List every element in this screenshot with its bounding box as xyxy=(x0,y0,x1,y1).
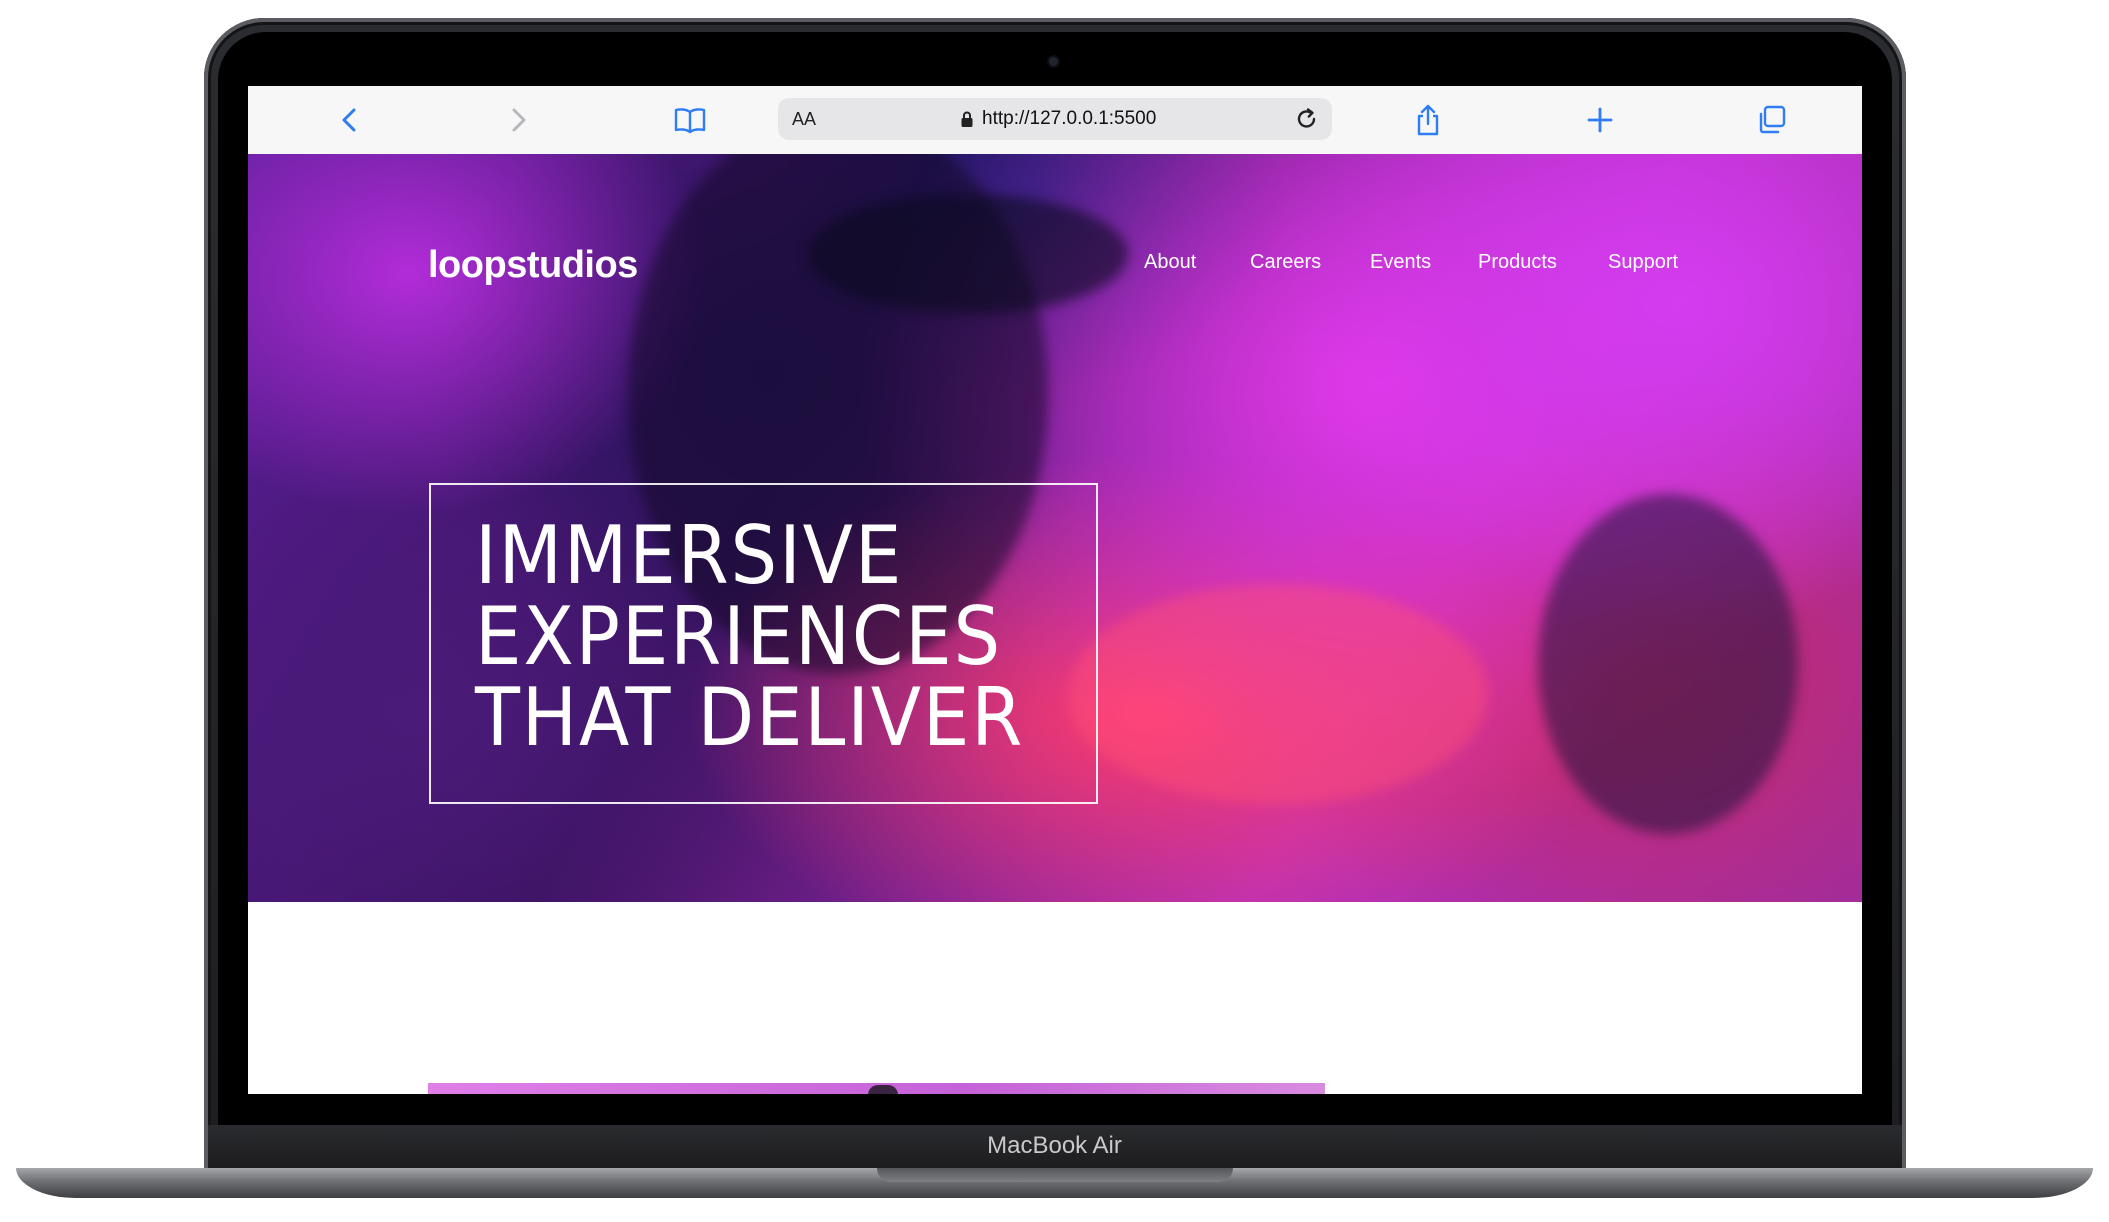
book-icon[interactable] xyxy=(670,100,710,140)
share-icon[interactable] xyxy=(1408,100,1448,140)
device-mockup: AA http://127.0.0.1:5500 loopstudios Abo… xyxy=(0,0,2109,1222)
content-image-preview xyxy=(428,1083,1325,1094)
nav-item-careers[interactable]: Careers xyxy=(1250,251,1321,274)
url-text: http://127.0.0.1:5500 xyxy=(982,108,1157,129)
nav-item-events[interactable]: Events xyxy=(1370,251,1431,274)
address-bar[interactable]: AA http://127.0.0.1:5500 xyxy=(778,98,1332,140)
text-size-label: AA xyxy=(792,109,817,129)
laptop-notch xyxy=(877,1168,1233,1182)
headline-box: IMMERSIVE EXPERIENCES THAT DELIVER xyxy=(429,483,1098,804)
content-image-detail xyxy=(868,1085,898,1094)
headline-line-2: EXPERIENCES xyxy=(475,590,1003,683)
url-display[interactable]: http://127.0.0.1:5500 xyxy=(960,108,1156,130)
site-logo[interactable]: loopstudios xyxy=(428,244,638,287)
device-model-label: MacBook Air xyxy=(987,1132,1122,1159)
camera-icon xyxy=(1049,57,1058,66)
reload-icon[interactable] xyxy=(1294,106,1320,132)
chevron-right-icon[interactable] xyxy=(498,100,538,140)
hero-image-wheel xyxy=(1538,494,1798,834)
hero-image-highlight xyxy=(1068,584,1488,804)
lock-icon xyxy=(961,111,973,127)
browser-toolbar: AA http://127.0.0.1:5500 xyxy=(248,86,1862,155)
hero-image-accent xyxy=(808,194,1128,314)
chevron-left-icon[interactable] xyxy=(330,100,370,140)
browser-screen: AA http://127.0.0.1:5500 loopstudios Abo… xyxy=(248,86,1862,1094)
headline-line-1: IMMERSIVE xyxy=(475,509,904,602)
nav-item-about[interactable]: About xyxy=(1144,251,1196,274)
hero-headline: IMMERSIVE EXPERIENCES THAT DELIVER xyxy=(475,515,1024,758)
nav-item-support[interactable]: Support xyxy=(1608,251,1678,274)
text-size-button[interactable]: AA xyxy=(792,109,816,130)
tabs-icon[interactable] xyxy=(1752,100,1792,140)
plus-icon[interactable] xyxy=(1580,100,1620,140)
headline-line-3: THAT DELIVER xyxy=(475,671,1025,764)
nav-item-products[interactable]: Products xyxy=(1478,251,1557,274)
hero-section: loopstudios About Careers Events Product… xyxy=(248,154,1862,902)
